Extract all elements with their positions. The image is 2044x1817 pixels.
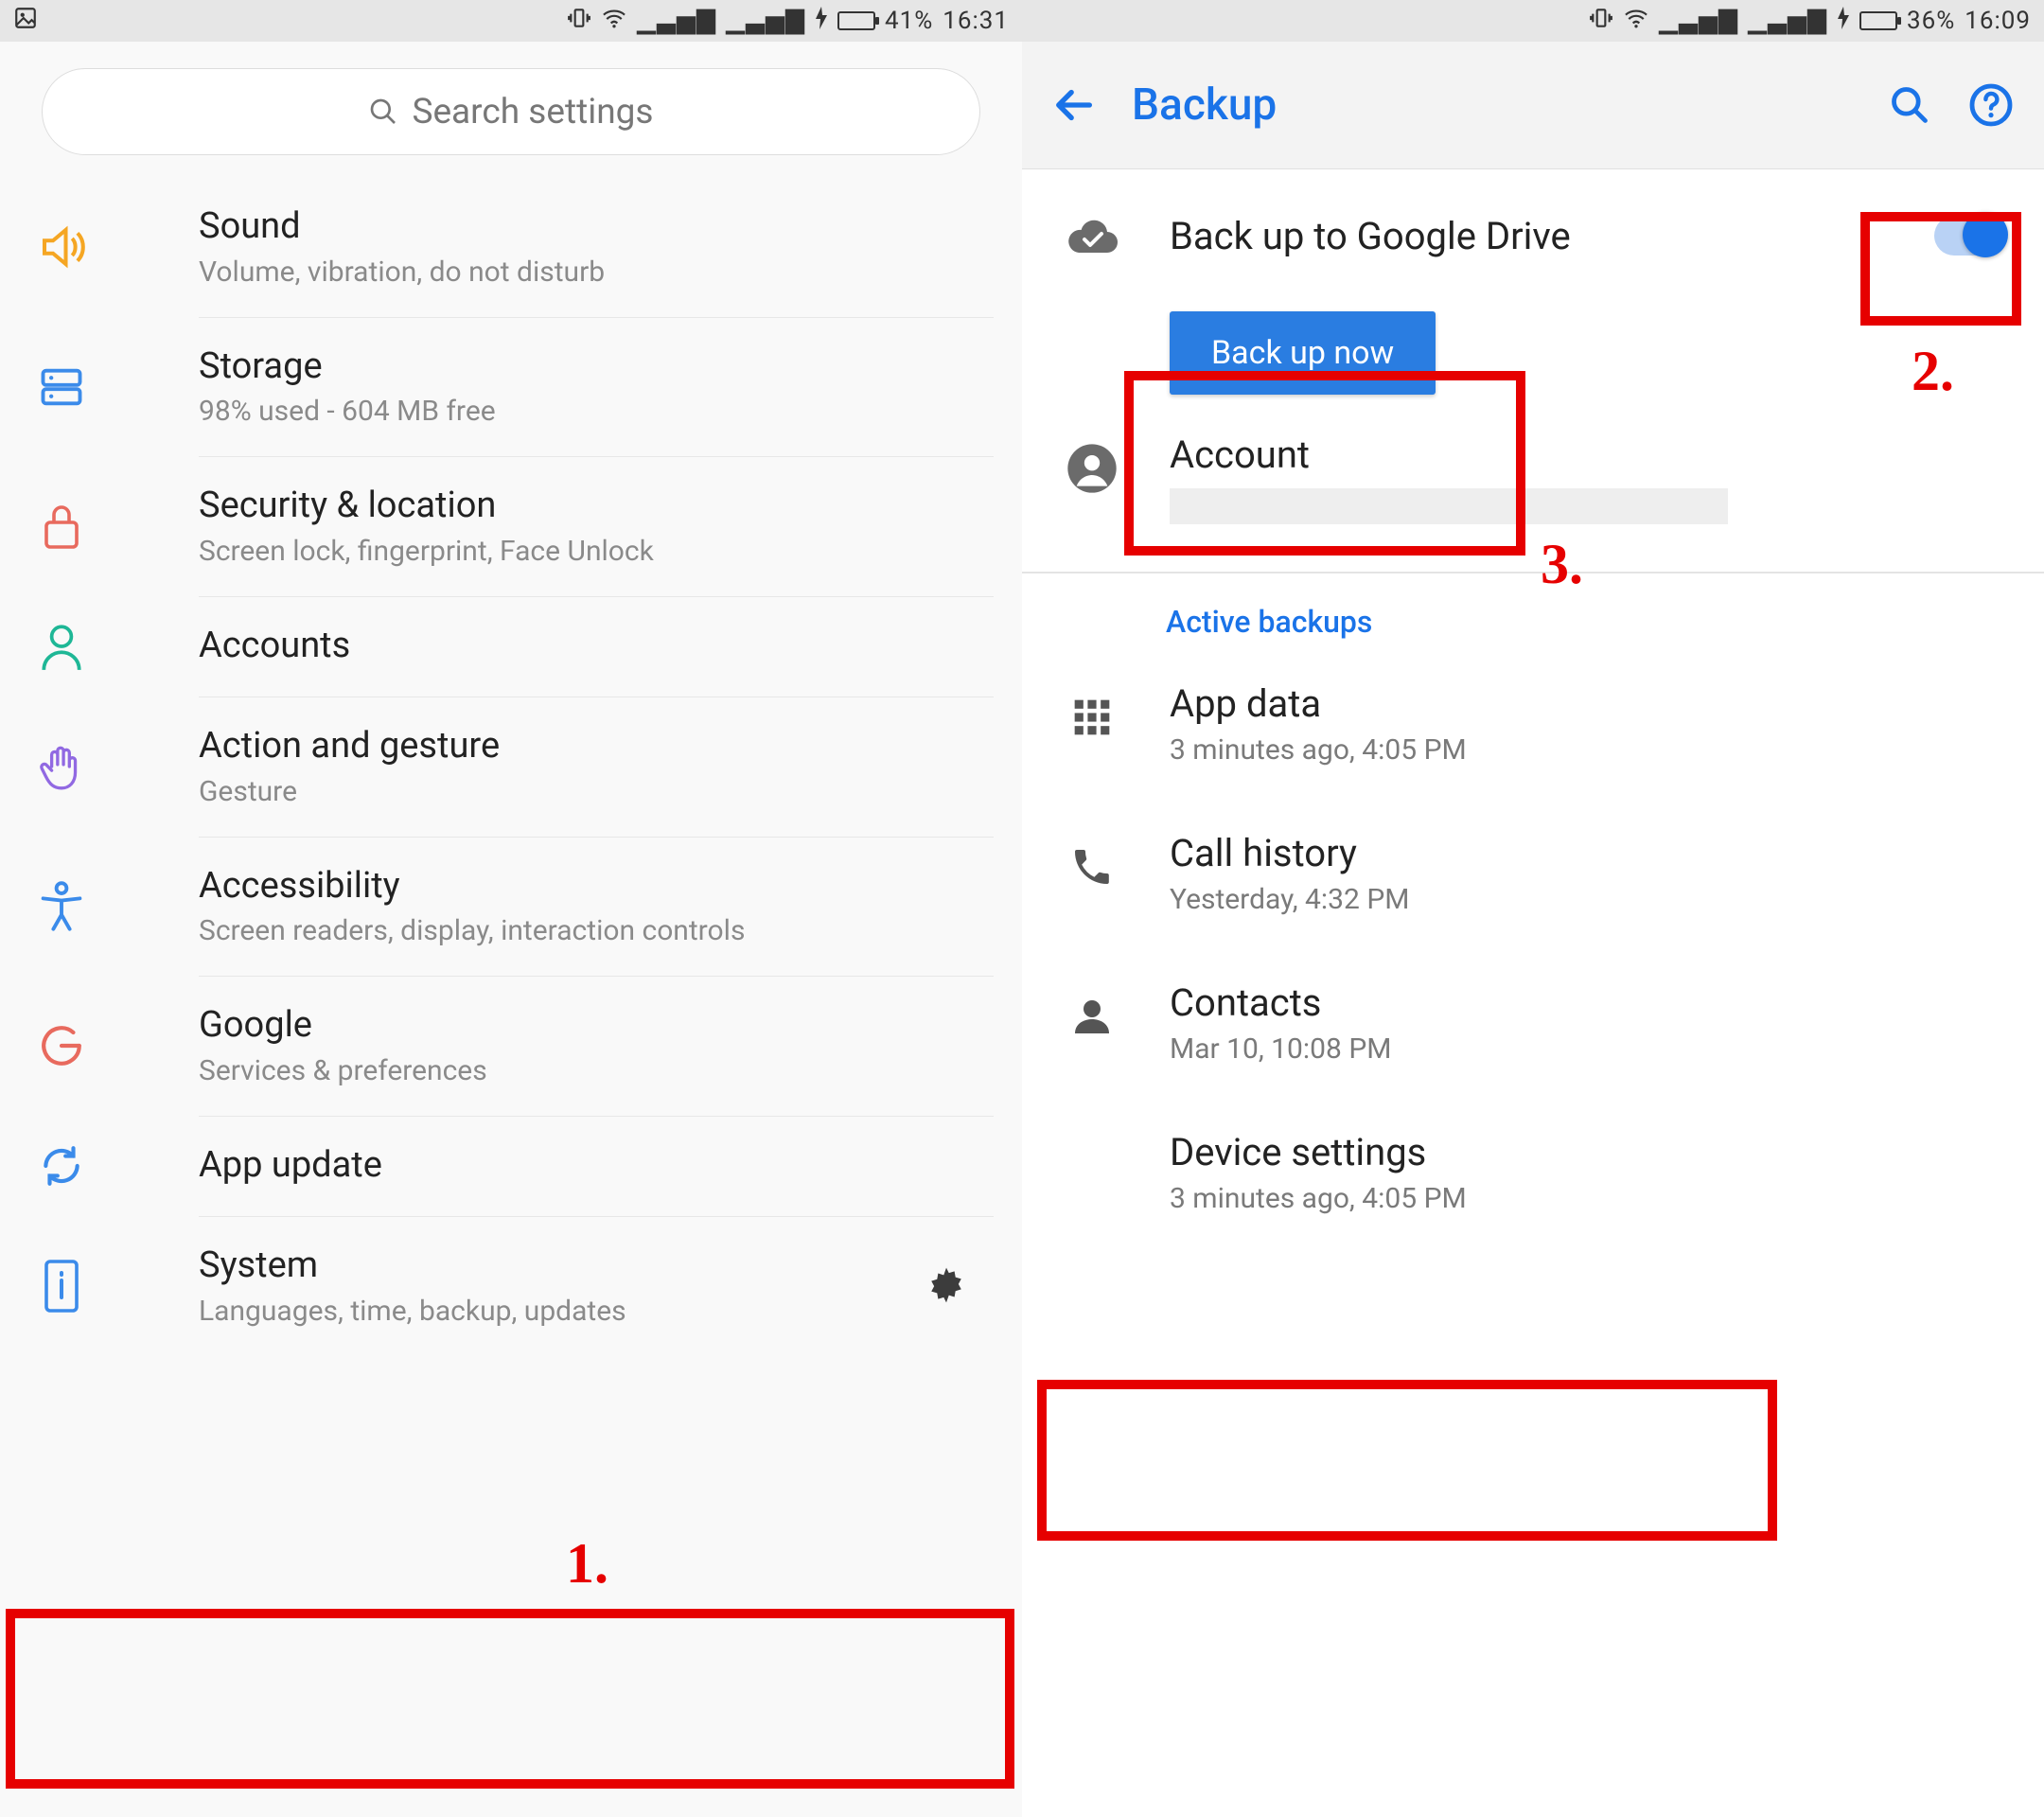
picture-icon: [13, 6, 38, 37]
item-subtitle: Volume, vibration, do not disturb: [199, 256, 994, 289]
item-subtitle: 98% used - 604 MB free: [199, 395, 994, 428]
sound-icon: [33, 219, 90, 275]
active-backups-label: Active backups: [1022, 573, 2044, 649]
clock-time: 16:31: [943, 7, 1009, 35]
backup-settings-section: Back up to Google Drive Back up now Acco…: [1022, 169, 2044, 1247]
app-bar: Backup: [1022, 42, 2044, 169]
item-title: Accessibility: [199, 864, 994, 909]
settings-list: Sound Volume, vibration, do not disturb …: [0, 178, 1022, 1356]
settings-screen: ▁▃▅▇ ▁▃▅▇ 41% 16:31 Search settings Soun…: [0, 0, 1022, 1817]
settings-item-accessibility[interactable]: Accessibility Screen readers, display, i…: [199, 838, 994, 978]
signal-icon: ▁▃▅▇: [637, 7, 716, 35]
settings-item-action-gesture[interactable]: Action and gesture Gesture: [199, 697, 994, 838]
backup-item-device-settings[interactable]: Device settings 3 minutes ago, 4:05 PM: [1022, 1098, 2044, 1247]
item-subtitle: Screen lock, fingerprint, Face Unlock: [199, 535, 994, 568]
vibrate-icon: [567, 6, 591, 37]
row-subtitle: Mar 10, 10:08 PM: [1170, 1032, 2006, 1066]
lock-icon: [33, 498, 90, 555]
settings-item-storage[interactable]: Storage 98% used - 604 MB free: [199, 318, 994, 458]
battery-indicator: [837, 11, 875, 30]
item-subtitle: Gesture: [199, 775, 994, 808]
person-icon: [33, 618, 90, 675]
backup-item-app-data[interactable]: App data 3 minutes ago, 4:05 PM: [1022, 649, 2044, 799]
cloud-done-icon: [1060, 205, 1124, 270]
search-button[interactable]: [1885, 80, 1934, 130]
settings-item-accounts[interactable]: Accounts: [199, 597, 994, 698]
account-value-redacted: [1170, 488, 1728, 524]
row-subtitle: 3 minutes ago, 4:05 PM: [1170, 1182, 2006, 1215]
item-title: System: [199, 1244, 918, 1289]
item-title: App update: [199, 1143, 994, 1189]
gear-icon[interactable]: [918, 1264, 975, 1306]
settings-item-app-update[interactable]: App update: [199, 1117, 994, 1218]
wifi-icon: [1623, 7, 1649, 35]
item-title: Action and gesture: [199, 724, 994, 769]
phone-icon: [1060, 835, 1124, 899]
storage-icon: [33, 359, 90, 415]
account-row[interactable]: Account: [1022, 432, 2044, 572]
row-title: Account: [1170, 432, 2006, 477]
apps-icon: [1060, 685, 1124, 750]
help-button[interactable]: [1966, 80, 2016, 130]
row-title: App data: [1170, 681, 2006, 726]
search-container: Search settings: [0, 42, 1022, 178]
update-icon: [33, 1138, 90, 1194]
charging-icon: [815, 7, 828, 36]
charging-icon: [1837, 7, 1850, 36]
item-subtitle: Screen readers, display, interaction con…: [199, 914, 994, 947]
item-title: Sound: [199, 204, 994, 250]
battery-percent: 36%: [1907, 7, 1955, 35]
backup-toggle[interactable]: [1934, 216, 2006, 256]
settings-item-google[interactable]: Google Services & preferences: [199, 977, 994, 1117]
search-icon: [368, 97, 398, 127]
item-title: Security & location: [199, 484, 994, 529]
phone-info-icon: [33, 1258, 90, 1314]
battery-percent: 41%: [885, 7, 933, 35]
battery-indicator: [1859, 11, 1897, 30]
row-title: Contacts: [1170, 980, 2006, 1025]
vibrate-icon: [1589, 6, 1613, 37]
status-bar: ▁▃▅▇ ▁▃▅▇ 41% 16:31: [0, 0, 1022, 42]
page-title: Backup: [1132, 79, 1853, 131]
backup-item-call-history[interactable]: Call history Yesterday, 4:32 PM: [1022, 799, 2044, 948]
item-title: Google: [199, 1003, 994, 1049]
signal-icon: ▁▃▅▇: [1659, 7, 1738, 35]
item-subtitle: Languages, time, backup, updates: [199, 1295, 918, 1328]
backup-now-row: Back up now: [1022, 302, 2044, 432]
account-circle-icon: [1060, 436, 1124, 501]
search-placeholder: Search settings: [412, 92, 653, 132]
settings-item-sound[interactable]: Sound Volume, vibration, do not disturb: [199, 178, 994, 318]
settings-item-system[interactable]: System Languages, time, backup, updates: [199, 1217, 994, 1356]
settings-item-security[interactable]: Security & location Screen lock, fingerp…: [199, 457, 994, 597]
search-input[interactable]: Search settings: [42, 68, 980, 155]
row-title: Back up to Google Drive: [1170, 214, 1889, 258]
back-button[interactable]: [1050, 80, 1100, 130]
item-title: Storage: [199, 344, 994, 390]
backup-now-button[interactable]: Back up now: [1170, 311, 1436, 395]
row-subtitle: Yesterday, 4:32 PM: [1170, 883, 2006, 916]
annotation-label-1: 1.: [566, 1531, 608, 1596]
backup-item-contacts[interactable]: Contacts Mar 10, 10:08 PM: [1022, 948, 2044, 1098]
clock-time: 16:09: [1965, 7, 2031, 35]
row-subtitle: 3 minutes ago, 4:05 PM: [1170, 733, 2006, 767]
annotation-box-contacts: [1037, 1380, 1777, 1541]
wifi-icon: [601, 7, 627, 35]
row-title: Call history: [1170, 831, 2006, 875]
row-title: Device settings: [1170, 1130, 2006, 1174]
item-subtitle: Services & preferences: [199, 1054, 994, 1087]
backup-screen: ▁▃▅▇ ▁▃▅▇ 36% 16:09 Backup: [1022, 0, 2044, 1817]
google-icon: [33, 1017, 90, 1074]
status-bar: ▁▃▅▇ ▁▃▅▇ 36% 16:09: [1022, 0, 2044, 42]
hand-icon: [33, 738, 90, 795]
signal-icon-2: ▁▃▅▇: [1748, 7, 1827, 35]
item-title: Accounts: [199, 624, 994, 669]
person-solid-icon: [1060, 984, 1124, 1049]
signal-icon-2: ▁▃▅▇: [726, 7, 805, 35]
backup-drive-row[interactable]: Back up to Google Drive: [1022, 169, 2044, 302]
accessibility-icon: [33, 878, 90, 935]
annotation-box-1: [6, 1609, 1014, 1789]
